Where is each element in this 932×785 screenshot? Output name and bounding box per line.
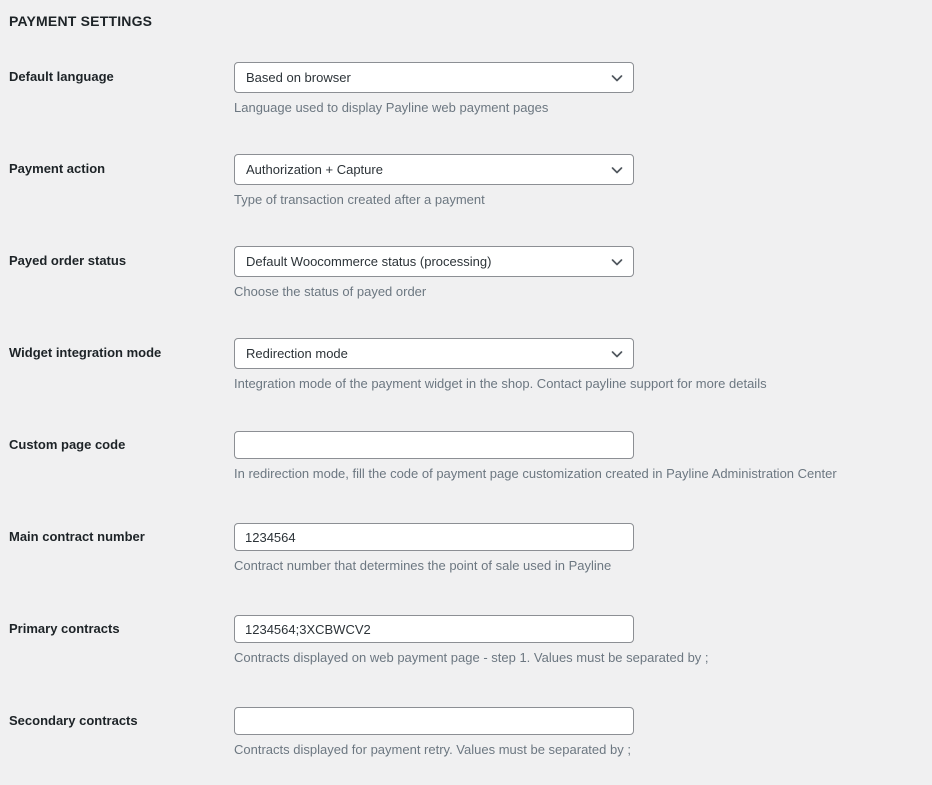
settings-form: Default language Based on browser Language… [0, 49, 932, 785]
field-control-default-language: Based on browser Language used to display… [234, 49, 932, 117]
field-label-primary-contracts: Primary contracts [9, 621, 120, 636]
field-control-custom-page-code: In redirection mode, fill the code of pa… [234, 417, 932, 483]
input-primary-contracts[interactable] [234, 615, 634, 643]
form-row-default-language: Default language Based on browser Language… [0, 49, 932, 141]
field-description-custom-page-code: In redirection mode, fill the code of pa… [234, 466, 837, 481]
field-control-primary-contracts: Contracts displayed on web payment page … [234, 601, 932, 667]
chevron-down-icon [610, 347, 624, 361]
form-row-payment-action: Payment action Authorization + Capture Typ… [0, 141, 932, 233]
chevron-down-icon [610, 255, 624, 269]
form-row-custom-page-code: Custom page code In redirection mode, fil… [0, 417, 932, 509]
field-label-default-language: Default language [9, 69, 114, 84]
field-label-main-contract-number: Main contract number [9, 529, 145, 544]
chevron-down-icon [610, 71, 624, 85]
form-row-payed-order-status: Payed order status Default Woocommerce st… [0, 233, 932, 325]
field-description-secondary-contracts: Contracts displayed for payment retry. V… [234, 742, 631, 757]
field-label-payment-action: Payment action [9, 161, 106, 176]
select-default-language[interactable]: Based on browser [234, 62, 634, 93]
select-widget-integration-mode[interactable]: Redirection mode [234, 338, 634, 369]
select-value-payed-order-status: Default Woocommerce status (processing) [246, 253, 492, 269]
page-title: PAYMENT SETTINGS [9, 13, 153, 29]
field-label-custom-page-code: Custom page code [9, 437, 126, 452]
select-payment-action[interactable]: Authorization + Capture [234, 154, 634, 185]
select-value-payment-action: Authorization + Capture [246, 161, 383, 177]
field-description-payment-action: Type of transaction created after a paym… [234, 192, 485, 207]
field-control-main-contract-number: Contract number that determines the poin… [234, 509, 932, 575]
select-value-widget-integration-mode: Redirection mode [246, 345, 348, 361]
input-secondary-contracts[interactable] [234, 707, 634, 735]
field-description-primary-contracts: Contracts displayed on web payment page … [234, 650, 709, 665]
form-row-widget-integration-mode: Widget integration mode Redirection mode I… [0, 325, 932, 417]
field-control-widget-integration-mode: Redirection mode Integration mode of the … [234, 325, 932, 393]
field-label-widget-integration-mode: Widget integration mode [9, 345, 162, 360]
select-value-default-language: Based on browser [246, 69, 351, 85]
field-description-payed-order-status: Choose the status of payed order [234, 284, 427, 299]
field-label-payed-order-status: Payed order status [9, 253, 127, 268]
field-description-default-language: Language used to display Payline web pay… [234, 100, 549, 115]
field-control-payed-order-status: Default Woocommerce status (processing) C… [234, 233, 932, 301]
input-custom-page-code[interactable] [234, 431, 634, 459]
chevron-down-icon [610, 163, 624, 177]
form-row-main-contract-number: Main contract number Contract number that… [0, 509, 932, 601]
input-main-contract-number[interactable] [234, 523, 634, 551]
field-control-secondary-contracts: Contracts displayed for payment retry. V… [234, 693, 932, 759]
field-label-secondary-contracts: Secondary contracts [9, 713, 138, 728]
field-description-widget-integration-mode: Integration mode of the payment widget i… [234, 376, 767, 391]
select-payed-order-status[interactable]: Default Woocommerce status (processing) [234, 246, 634, 277]
field-control-payment-action: Authorization + Capture Type of transacti… [234, 141, 932, 209]
field-description-main-contract-number: Contract number that determines the poin… [234, 558, 612, 573]
payment-settings-page: PAYMENT SETTINGS Default language Based o… [0, 0, 932, 782]
form-row-primary-contracts: Primary contracts Contracts displayed on … [0, 601, 932, 693]
form-row-secondary-contracts: Secondary contracts Contracts displayed f… [0, 693, 932, 785]
